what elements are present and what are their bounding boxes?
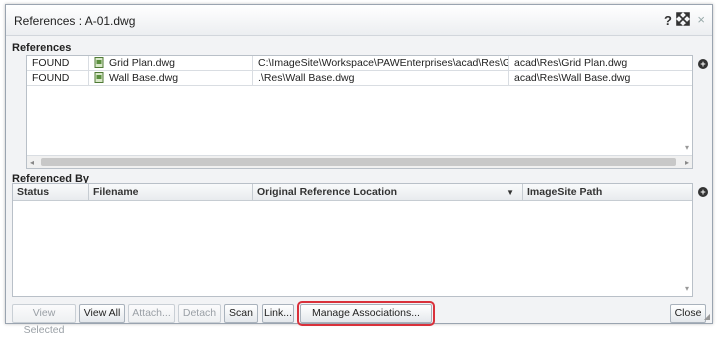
sort-down-icon[interactable]: ▼: [506, 184, 514, 201]
column-header-path[interactable]: ImageSite Path: [523, 184, 694, 201]
close-icon[interactable]: ×: [697, 12, 705, 27]
references-label: References: [12, 42, 72, 54]
column-header-location[interactable]: Original Reference Location ▼: [253, 184, 523, 201]
dwg-file-icon: [94, 72, 104, 83]
path-cell: acad\Res\Wall Base.dwg: [514, 72, 631, 84]
filename-text: Grid Plan.dwg: [109, 57, 175, 69]
scroll-down-icon[interactable]: ▾: [685, 143, 689, 152]
filename-text: Wall Base.dwg: [109, 72, 179, 84]
status-cell: FOUND: [27, 71, 89, 86]
table-header: Status Filename Original Reference Locat…: [13, 184, 692, 201]
table-row[interactable]: FOUND Grid Plan.dwg C:\ImageSite\Workspa…: [27, 56, 692, 71]
references-dialog: References : A-01.dwg ? × References FOU…: [5, 4, 713, 336]
scan-button[interactable]: Scan: [224, 304, 258, 323]
view-selected-button[interactable]: View Selected: [12, 304, 76, 336]
scroll-down-icon[interactable]: ▾: [685, 284, 689, 293]
scroll-left-icon[interactable]: ◂: [30, 156, 34, 169]
detach-button[interactable]: Detach: [178, 304, 221, 323]
close-button[interactable]: Close: [670, 304, 706, 323]
filename-cell: Wall Base.dwg: [89, 71, 253, 86]
title-bar[interactable]: References : A-01.dwg ? ×: [6, 5, 712, 36]
column-header-status[interactable]: Status: [13, 184, 89, 201]
dwg-file-icon: [94, 57, 104, 68]
scroll-right-icon[interactable]: ▸: [685, 156, 689, 169]
table-row[interactable]: FOUND Wall Base.dwg .\Res\Wall Base.dwg …: [27, 71, 692, 86]
expand-referenced-by-icon[interactable]: +: [698, 187, 708, 197]
resize-grip-icon[interactable]: ◢: [704, 312, 710, 321]
window-title: References : A-01.dwg: [14, 14, 136, 28]
location-cell: C:\ImageSite\Workspace\PAWEnterprises\ac…: [253, 56, 509, 71]
help-icon[interactable]: ?: [664, 13, 672, 28]
attach-button[interactable]: Attach...: [128, 304, 175, 323]
manage-associations-button[interactable]: Manage Associations...: [297, 301, 435, 326]
maximize-icon[interactable]: [676, 12, 690, 26]
location-header-text: Original Reference Location: [257, 186, 398, 198]
link-button[interactable]: Link...: [262, 304, 294, 323]
filename-cell: Grid Plan.dwg: [89, 56, 253, 71]
references-table[interactable]: FOUND Grid Plan.dwg C:\ImageSite\Workspa…: [26, 55, 693, 169]
column-header-filename[interactable]: Filename: [89, 184, 253, 201]
expand-references-icon[interactable]: +: [698, 59, 708, 69]
scroll-thumb[interactable]: [41, 158, 676, 166]
path-cell: acad\Res\Grid Plan.dwg: [514, 57, 628, 69]
horizontal-scrollbar[interactable]: ◂ ▸: [27, 155, 692, 168]
view-all-button[interactable]: View All: [79, 304, 125, 323]
referenced-by-table[interactable]: Status Filename Original Reference Locat…: [12, 183, 693, 297]
status-cell: FOUND: [27, 56, 89, 71]
location-cell: .\Res\Wall Base.dwg: [253, 71, 509, 86]
